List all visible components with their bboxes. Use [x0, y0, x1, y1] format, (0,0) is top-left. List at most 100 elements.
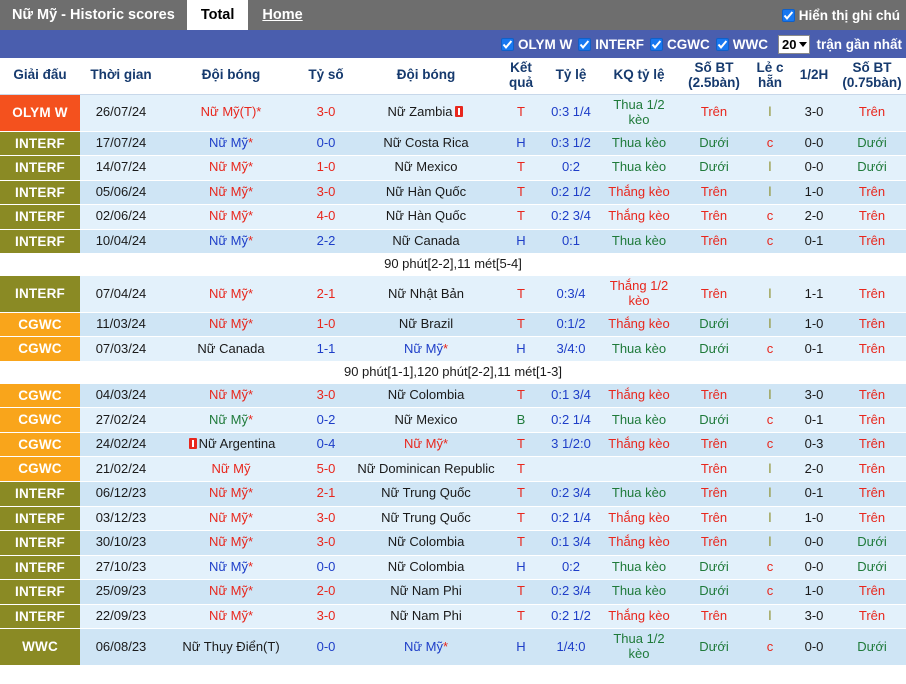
- home-team-cell[interactable]: Nữ Mỹ(T)*: [162, 94, 300, 132]
- table-row[interactable]: INTERF 22/09/23 Nữ Mỹ* 3-0 Nữ Nam Phi T 0:2 1/…: [0, 604, 906, 630]
- away-team-cell[interactable]: Nữ Mexico: [352, 155, 500, 181]
- away-team-cell[interactable]: Nữ Brazil: [352, 312, 500, 338]
- league-badge[interactable]: INTERF: [0, 180, 80, 206]
- home-team-cell[interactable]: Nữ Mỹ*: [162, 530, 300, 556]
- league-badge[interactable]: INTERF: [0, 204, 80, 230]
- league-badge[interactable]: INTERF: [0, 481, 80, 507]
- match-count-select[interactable]: 20: [778, 34, 811, 54]
- table-row[interactable]: CGWC 07/03/24 Nữ Canada 1-1 Nữ Mỹ* H 3/4:0 Thua…: [0, 336, 906, 362]
- table-row[interactable]: INTERF 10/04/24 Nữ Mỹ* 2-2 Nữ Canada H 0:1 Thua…: [0, 229, 906, 255]
- col-header-half-time[interactable]: 1/2H: [790, 58, 838, 95]
- table-row[interactable]: INTERF 14/07/24 Nữ Mỹ* 1-0 Nữ Mexico T 0:2 Thua…: [0, 155, 906, 181]
- away-team-cell[interactable]: Nữ Colombia: [352, 530, 500, 556]
- home-team-cell[interactable]: Nữ Argentina: [162, 432, 300, 458]
- home-team-cell[interactable]: Nữ Mỹ*: [162, 555, 300, 581]
- away-team-cell[interactable]: Nữ Zambia: [352, 94, 500, 132]
- col-header-odds-result[interactable]: KQ tỷ lệ: [600, 58, 678, 95]
- league-filter-olym-w[interactable]: OLYM W: [501, 37, 572, 52]
- away-team-cell[interactable]: Nữ Nhật Bản: [352, 275, 500, 313]
- checkbox-checked-icon[interactable]: [578, 37, 592, 51]
- table-row[interactable]: INTERF 17/07/24 Nữ Mỹ* 0-0 Nữ Costa Rica H 0:3…: [0, 131, 906, 157]
- home-team-cell[interactable]: Nữ Mỹ*: [162, 180, 300, 206]
- away-team-cell[interactable]: Nữ Mỹ*: [352, 432, 500, 458]
- home-team-cell[interactable]: Nữ Mỹ*: [162, 229, 300, 255]
- league-badge[interactable]: CGWC: [0, 407, 80, 433]
- home-team-cell[interactable]: Nữ Mỹ*: [162, 481, 300, 507]
- tab-home[interactable]: Home: [248, 0, 316, 30]
- home-team-cell[interactable]: Nữ Mỹ*: [162, 383, 300, 409]
- table-row[interactable]: INTERF 27/10/23 Nữ Mỹ* 0-0 Nữ Colombia H 0:2 Th…: [0, 555, 906, 581]
- table-row[interactable]: CGWC 24/02/24 Nữ Argentina 0-4 Nữ Mỹ* T 3 1/2:…: [0, 432, 906, 458]
- league-badge[interactable]: INTERF: [0, 131, 80, 157]
- col-header-away-team[interactable]: Đội bóng: [352, 58, 500, 95]
- home-team-cell[interactable]: Nữ Mỹ*: [162, 155, 300, 181]
- league-badge[interactable]: INTERF: [0, 506, 80, 532]
- col-header-odd-even[interactable]: Lẻ c hẵn: [750, 58, 790, 95]
- col-header-result[interactable]: Kết quả: [500, 58, 542, 95]
- league-badge[interactable]: INTERF: [0, 530, 80, 556]
- col-header-ou-075[interactable]: Số BT (0.75bàn): [838, 58, 906, 95]
- league-badge[interactable]: INTERF: [0, 155, 80, 181]
- away-team-cell[interactable]: Nữ Nam Phi: [352, 604, 500, 630]
- checkbox-checked-icon[interactable]: [781, 8, 795, 22]
- table-row[interactable]: INTERF 05/06/24 Nữ Mỹ* 3-0 Nữ Hàn Quốc T 0:2 1…: [0, 180, 906, 206]
- league-badge[interactable]: CGWC: [0, 336, 80, 362]
- tab-total[interactable]: Total: [186, 0, 249, 30]
- league-badge[interactable]: WWC: [0, 628, 80, 666]
- league-badge[interactable]: CGWC: [0, 432, 80, 458]
- match-count-select-wrapper[interactable]: 20: [778, 34, 811, 54]
- home-team-cell[interactable]: Nữ Mỹ: [162, 456, 300, 482]
- table-row[interactable]: OLYM W 26/07/24 Nữ Mỹ(T)* 3-0 Nữ Zambia T 0:3 …: [0, 94, 906, 132]
- league-badge[interactable]: INTERF: [0, 229, 80, 255]
- home-team-cell[interactable]: Nữ Mỹ*: [162, 131, 300, 157]
- away-team-cell[interactable]: Nữ Canada: [352, 229, 500, 255]
- away-team-cell[interactable]: Nữ Hàn Quốc: [352, 204, 500, 230]
- away-team-cell[interactable]: Nữ Dominican Republic: [352, 456, 500, 482]
- away-team-cell[interactable]: Nữ Mexico: [352, 407, 500, 433]
- table-row[interactable]: CGWC 11/03/24 Nữ Mỹ* 1-0 Nữ Brazil T 0:1/2 Thắn…: [0, 312, 906, 338]
- table-row[interactable]: CGWC 21/02/24 Nữ Mỹ 5-0 Nữ Dominican Republi…: [0, 456, 906, 482]
- away-team-cell[interactable]: Nữ Colombia: [352, 555, 500, 581]
- table-row[interactable]: INTERF 06/12/23 Nữ Mỹ* 2-1 Nữ Trung Quốc T 0:2…: [0, 481, 906, 507]
- home-team-cell[interactable]: Nữ Mỹ*: [162, 407, 300, 433]
- away-team-cell[interactable]: Nữ Trung Quốc: [352, 506, 500, 532]
- league-badge[interactable]: INTERF: [0, 275, 80, 313]
- col-header-odds[interactable]: Tỷ lệ: [542, 58, 600, 95]
- league-badge[interactable]: INTERF: [0, 555, 80, 581]
- checkbox-checked-icon[interactable]: [650, 37, 664, 51]
- home-team-cell[interactable]: Nữ Mỹ*: [162, 204, 300, 230]
- col-header-league[interactable]: Giải đấu: [0, 58, 80, 95]
- away-team-cell[interactable]: Nữ Colombia: [352, 383, 500, 409]
- table-row[interactable]: INTERF 03/12/23 Nữ Mỹ* 3-0 Nữ Trung Quốc T 0:2…: [0, 506, 906, 532]
- away-team-cell[interactable]: Nữ Trung Quốc: [352, 481, 500, 507]
- table-row[interactable]: INTERF 30/10/23 Nữ Mỹ* 3-0 Nữ Colombia T 0:1 3…: [0, 530, 906, 556]
- away-team-cell[interactable]: Nữ Nam Phi: [352, 579, 500, 605]
- checkbox-checked-icon[interactable]: [501, 37, 515, 51]
- col-header-ou-25[interactable]: Số BT (2.5bàn): [678, 58, 750, 95]
- show-notes-toggle[interactable]: Hiển thị ghi chú: [781, 0, 906, 30]
- league-badge[interactable]: CGWC: [0, 456, 80, 482]
- home-team-cell[interactable]: Nữ Thụy Điển(T): [162, 628, 300, 666]
- home-team-cell[interactable]: Nữ Mỹ*: [162, 506, 300, 532]
- home-team-cell[interactable]: Nữ Canada: [162, 336, 300, 362]
- col-header-time[interactable]: Thời gian: [80, 58, 162, 95]
- away-team-cell[interactable]: Nữ Costa Rica: [352, 131, 500, 157]
- league-badge[interactable]: INTERF: [0, 579, 80, 605]
- table-row[interactable]: CGWC 27/02/24 Nữ Mỹ* 0-2 Nữ Mexico B 0:2 1/4 Th…: [0, 407, 906, 433]
- league-badge[interactable]: CGWC: [0, 383, 80, 409]
- home-team-cell[interactable]: Nữ Mỹ*: [162, 604, 300, 630]
- league-badge[interactable]: CGWC: [0, 312, 80, 338]
- home-team-cell[interactable]: Nữ Mỹ*: [162, 312, 300, 338]
- checkbox-checked-icon[interactable]: [715, 37, 729, 51]
- table-row[interactable]: INTERF 02/06/24 Nữ Mỹ* 4-0 Nữ Hàn Quốc T 0:2 3…: [0, 204, 906, 230]
- league-filter-wwc[interactable]: WWC: [715, 37, 768, 52]
- away-team-cell[interactable]: Nữ Mỹ*: [352, 336, 500, 362]
- league-badge[interactable]: OLYM W: [0, 94, 80, 132]
- col-header-score[interactable]: Tỷ số: [300, 58, 352, 95]
- home-team-cell[interactable]: Nữ Mỹ*: [162, 275, 300, 313]
- away-team-cell[interactable]: Nữ Hàn Quốc: [352, 180, 500, 206]
- home-team-cell[interactable]: Nữ Mỹ*: [162, 579, 300, 605]
- table-row[interactable]: WWC 06/08/23 Nữ Thụy Điển(T) 0-0 Nữ Mỹ* H 1/4:…: [0, 628, 906, 666]
- table-row[interactable]: INTERF 07/04/24 Nữ Mỹ* 2-1 Nữ Nhật Bản T 0:3/4…: [0, 275, 906, 313]
- league-filter-cgwc[interactable]: CGWC: [650, 37, 710, 52]
